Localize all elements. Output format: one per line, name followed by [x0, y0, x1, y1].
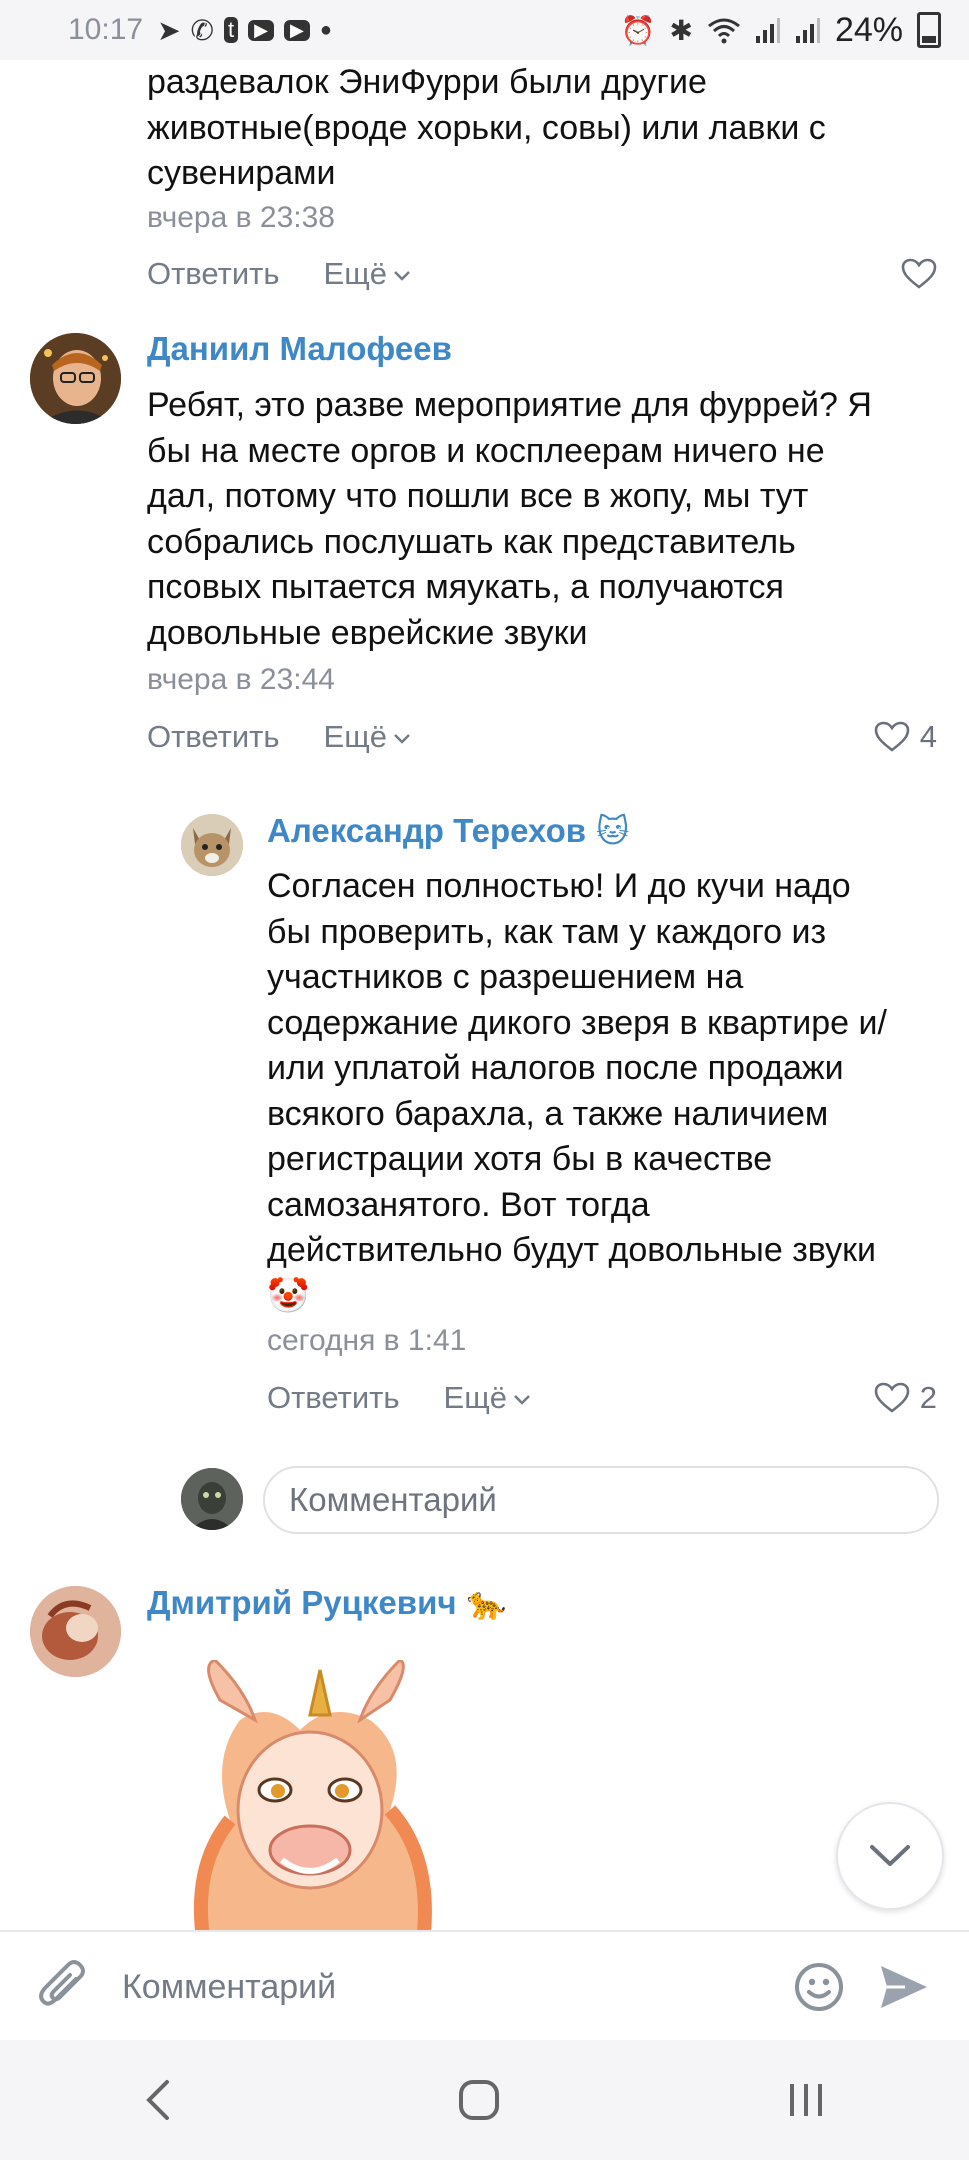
signal-icon [755, 18, 780, 43]
reply-button[interactable]: Ответить [147, 256, 280, 292]
comment-input[interactable]: Комментарий [122, 1968, 336, 2007]
like-button[interactable]: 4 [874, 719, 937, 755]
battery-icon [917, 12, 941, 48]
comment-time: вчера в 23:38 [147, 201, 335, 234]
heart-icon [874, 721, 910, 752]
viber-icon: ✆ [190, 14, 215, 46]
chevron-down-icon [870, 1845, 910, 1866]
status-time: 10:17 [68, 13, 144, 46]
avatar [181, 1468, 243, 1530]
youtube-icon: ▶ [248, 19, 274, 41]
tumblr-icon: t [224, 17, 239, 43]
heart-icon [874, 1382, 910, 1413]
like-count: 2 [919, 1380, 937, 1415]
reply-comment-input[interactable]: Комментарий [263, 1466, 939, 1534]
wifi-icon [708, 18, 740, 44]
alarm-icon: ⏰ [620, 14, 656, 46]
status-bar: 10:17 ➤ ✆ t ▶ ▶ ● ⏰ ✱ 24% [0, 0, 969, 60]
chevron-down-icon [394, 271, 410, 281]
chevron-down-icon [394, 734, 410, 744]
comment-time: сегодня в 1:41 [267, 1324, 467, 1357]
comment-actions: Ответить Ещё 2 [267, 1380, 937, 1416]
heart-icon [901, 258, 937, 289]
chevron-down-icon [514, 1395, 530, 1405]
like-button[interactable] [901, 258, 937, 290]
recent-apps-icon[interactable] [784, 2078, 828, 2122]
bluetooth-icon: ✱ [669, 14, 693, 46]
back-icon[interactable] [141, 2078, 175, 2122]
cat-emoji-icon: 🐱 [596, 813, 630, 849]
like-button[interactable]: 2 [874, 1380, 937, 1416]
avatar[interactable] [30, 333, 121, 424]
comment-time: вчера в 23:44 [147, 663, 335, 696]
system-nav-bar [0, 2040, 969, 2160]
comment-composer: Комментарий [0, 1930, 969, 2042]
comments-feed[interactable]: раздевалок ЭниФурри были другие животные… [0, 60, 969, 1930]
youtube-icon: ▶ [283, 19, 310, 41]
avatar[interactable] [30, 1586, 121, 1677]
comment-author[interactable]: Даниил Малофеев [147, 330, 452, 368]
send-icon[interactable] [879, 1964, 929, 2010]
clown-emoji-icon: 🤡 [267, 1276, 310, 1315]
author-name[interactable]: Александр Терехов [267, 812, 586, 850]
home-icon[interactable] [457, 2078, 501, 2122]
more-button[interactable]: Ещё [444, 1380, 531, 1416]
sticker-image [160, 1658, 460, 1930]
battery-level: 24% [834, 10, 903, 49]
more-button[interactable]: Ещё [324, 719, 411, 755]
comment-author: Александр Терехов 🐱 [267, 812, 629, 850]
more-button[interactable]: Ещё [324, 256, 411, 292]
smiley-icon[interactable] [793, 1961, 845, 2013]
paperclip-icon[interactable] [36, 1959, 88, 2015]
leopard-emoji-icon: 🐆 [466, 1585, 507, 1621]
author-name[interactable]: Дмитрий Руцкевич [147, 1584, 457, 1622]
scroll-down-button[interactable] [836, 1802, 944, 1910]
comment-text: раздевалок ЭниФурри были другие животные… [147, 63, 826, 192]
signal-icon [795, 18, 820, 43]
dot-icon: ● [319, 18, 332, 41]
comment-text: Согласен полностью! И до кучи надо бы пр… [267, 864, 947, 1319]
telegram-icon: ➤ [157, 14, 181, 46]
comment-actions: Ответить Ещё [147, 256, 937, 292]
avatar[interactable] [181, 814, 243, 876]
comment-actions: Ответить Ещё 4 [147, 719, 937, 755]
reply-button[interactable]: Ответить [147, 719, 280, 755]
reply-button[interactable]: Ответить [267, 1380, 400, 1416]
comment-text: Ребят, это разве мероприятие для фуррей?… [147, 386, 872, 652]
comment-author: Дмитрий Руцкевич 🐆 [147, 1584, 506, 1622]
like-count: 4 [919, 719, 937, 754]
